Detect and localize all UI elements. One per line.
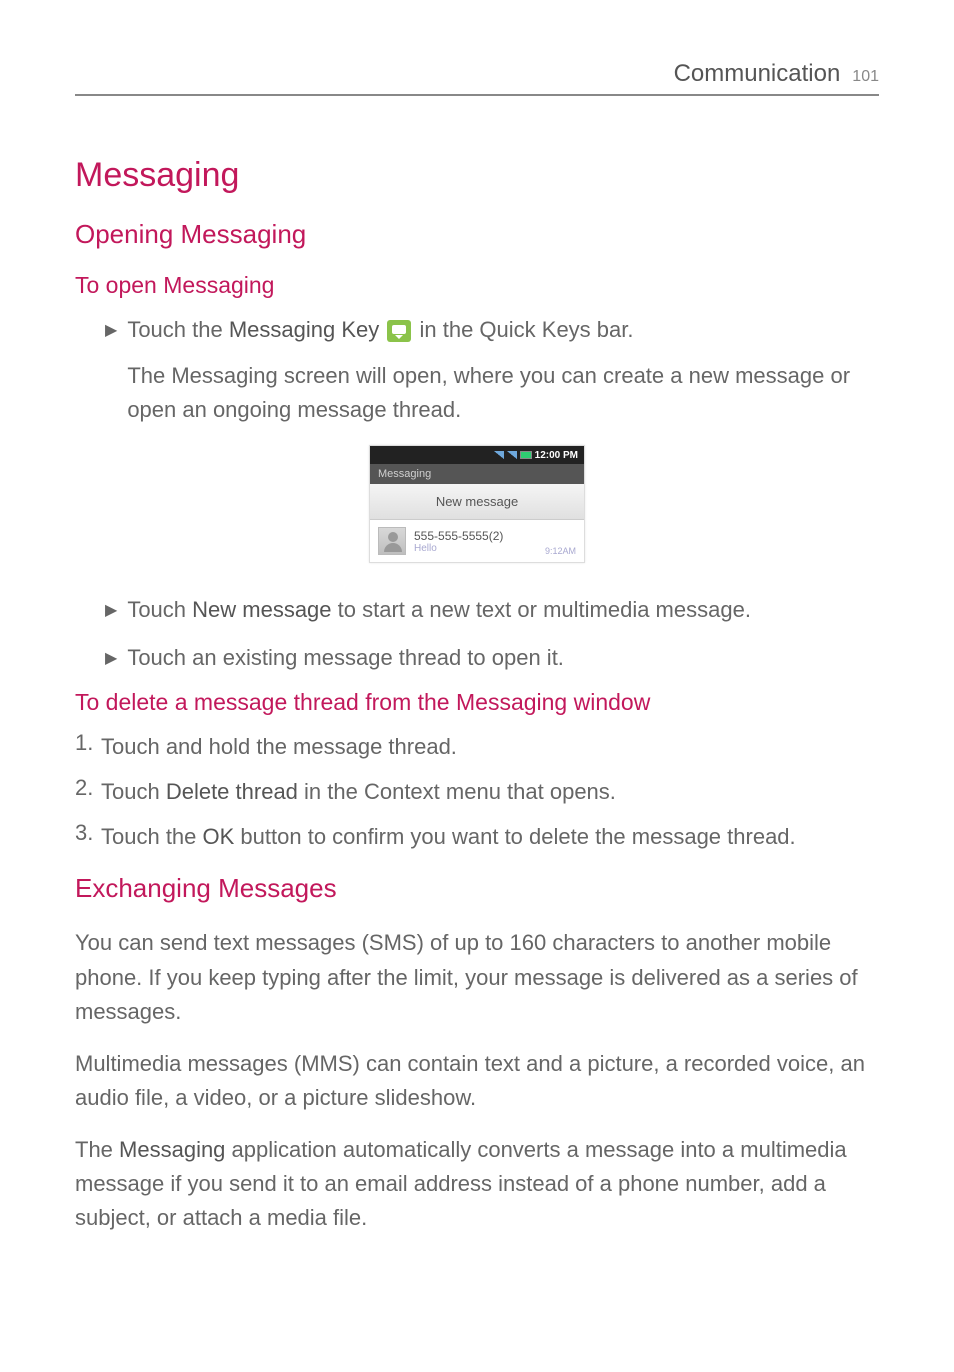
text-fragment: in the Context menu that opens. [298, 779, 616, 804]
section-exchanging-messages: Exchanging Messages [75, 873, 879, 904]
text-fragment: Touch [127, 597, 192, 622]
text-fragment: Touch the [127, 317, 229, 342]
list-item: 2. Touch Delete thread in the Context me… [75, 775, 879, 808]
item-number: 1. [75, 730, 101, 763]
subsection-to-open-messaging: To open Messaging [75, 272, 879, 299]
battery-icon [520, 451, 532, 459]
page-title: Messaging [75, 156, 879, 195]
contact-avatar-icon [378, 527, 406, 555]
numbered-list: 1. Touch and hold the message thread. 2.… [75, 730, 879, 853]
text-fragment: Touch the [101, 824, 203, 849]
bullet-arrow-icon: ▶ [105, 600, 117, 620]
text-fragment: button to confirm you want to delete the… [234, 824, 795, 849]
page-header: Communication 101 [75, 60, 879, 96]
bullet-arrow-icon: ▶ [105, 648, 117, 668]
text-fragment: Touch [101, 779, 166, 804]
item-number: 3. [75, 820, 101, 853]
list-item: 3. Touch the OK button to confirm you wa… [75, 820, 879, 853]
bold-text: OK [203, 824, 235, 849]
new-message-button: New message [370, 484, 584, 520]
thread-preview: Hello [414, 543, 545, 554]
bullet-text: Touch the Messaging Key in the Quick Key… [127, 317, 633, 342]
status-time: 12:00 PM [535, 450, 578, 461]
paragraph: You can send text messages (SMS) of up t… [75, 926, 879, 1028]
embedded-screenshot: 12:00 PM Messaging New message 555-555-5… [75, 445, 879, 563]
signal-icon [494, 451, 504, 459]
bullet-list: ▶ Touch the Messaging Key in the Quick K… [105, 313, 879, 427]
messaging-key-icon [387, 320, 411, 342]
chapter-name: Communication [674, 60, 841, 88]
text-fragment: to start a new text or multimedia messag… [332, 597, 751, 622]
bullet-arrow-icon: ▶ [105, 320, 117, 340]
bold-text: New message [192, 597, 331, 622]
message-thread-row: 555-555-5555(2) Hello 9:12AM [370, 520, 584, 562]
bold-text: Delete thread [166, 779, 298, 804]
item-text: Touch and hold the message thread. [101, 730, 457, 763]
thread-time: 9:12AM [545, 546, 576, 556]
bullet-subtext: The Messaging screen will open, where yo… [127, 359, 879, 427]
item-text: Touch the OK button to confirm you want … [101, 820, 796, 853]
phone-screen: 12:00 PM Messaging New message 555-555-5… [369, 445, 585, 563]
page-number: 101 [852, 68, 879, 86]
list-item: ▶ Touch an existing message thread to op… [105, 641, 879, 675]
bullet-list: ▶ Touch New message to start a new text … [105, 593, 879, 675]
subsection-delete-thread: To delete a message thread from the Mess… [75, 689, 879, 716]
text-fragment: in the Quick Keys bar. [413, 317, 633, 342]
list-item: 1. Touch and hold the message thread. [75, 730, 879, 763]
item-number: 2. [75, 775, 101, 808]
paragraph: Multimedia messages (MMS) can contain te… [75, 1047, 879, 1115]
signal-icon [507, 451, 517, 459]
app-title-bar: Messaging [370, 464, 584, 484]
status-bar: 12:00 PM [370, 446, 584, 464]
list-item: ▶ Touch the Messaging Key in the Quick K… [105, 313, 879, 427]
bold-text: Messaging [119, 1137, 225, 1162]
section-opening-messaging: Opening Messaging [75, 219, 879, 250]
thread-number: 555-555-5555(2) [414, 529, 545, 543]
paragraph: The Messaging application automatically … [75, 1133, 879, 1235]
bullet-text: Touch New message to start a new text or… [127, 593, 751, 627]
list-item: ▶ Touch New message to start a new text … [105, 593, 879, 627]
item-text: Touch Delete thread in the Context menu … [101, 775, 616, 808]
bullet-text: Touch an existing message thread to open… [127, 641, 564, 675]
text-fragment: The [75, 1137, 119, 1162]
bold-text: Messaging Key [229, 317, 379, 342]
thread-info: 555-555-5555(2) Hello [414, 529, 545, 554]
